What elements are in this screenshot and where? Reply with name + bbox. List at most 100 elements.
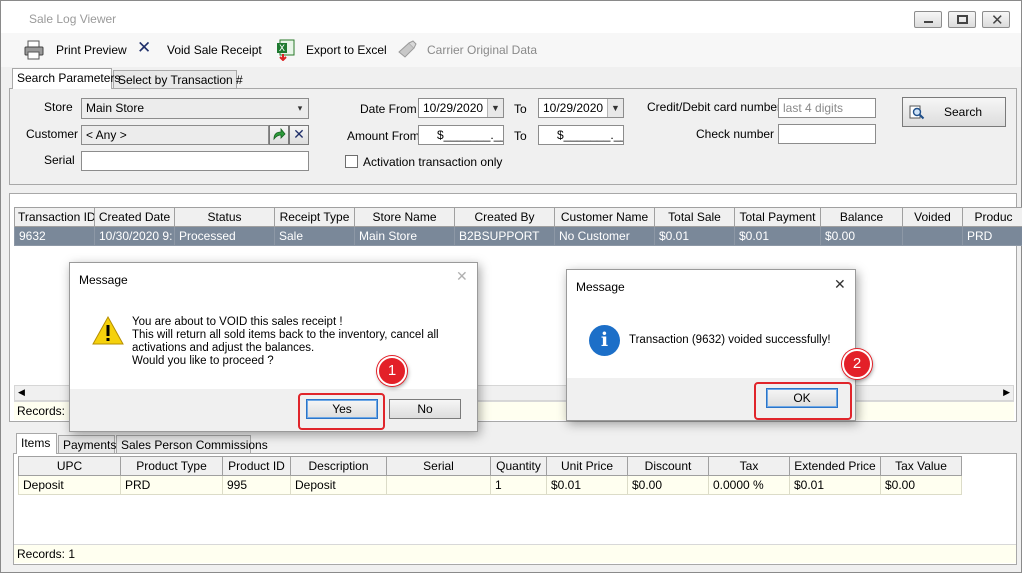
scroll-right-icon[interactable]: ▶ (1003, 387, 1010, 398)
card-number-label: Credit/Debit card number (647, 100, 782, 114)
table-cell: 995 (222, 475, 291, 495)
info-message: Transaction (9632) voided successfully! (629, 334, 831, 346)
confirm-dialog-title: Message (79, 273, 128, 287)
items-table: UPC Product Type Product ID Description Seri… (18, 456, 962, 495)
close-window-button[interactable]: ✕ (982, 11, 1010, 29)
callout-badge-2: 2 (842, 349, 872, 379)
store-select-value: Main Store (86, 101, 145, 115)
scroll-left-icon[interactable]: ◀ (18, 387, 25, 398)
card-number-input[interactable]: last 4 digits (778, 98, 876, 118)
void-sale-receipt-button[interactable]: Void Sale Receipt (167, 41, 262, 59)
ok-highlight-box (754, 382, 852, 420)
clear-x-icon: ✕ (293, 126, 305, 142)
search-icon (909, 105, 925, 120)
svg-text:X: X (279, 44, 285, 54)
customer-select-button[interactable] (269, 125, 289, 145)
column-header[interactable]: Produc (962, 207, 1022, 227)
column-header[interactable]: Balance (820, 207, 903, 227)
column-header[interactable]: Voided (902, 207, 963, 227)
tab-sales-person-commissions[interactable]: Sales Person Commissions (116, 435, 268, 455)
table-cell: Deposit (18, 475, 121, 495)
void-success-dialog: Message ✕ i Transaction (9632) voided su… (566, 269, 872, 421)
column-header[interactable]: Receipt Type (274, 207, 355, 227)
customer-field[interactable]: < Any > (81, 125, 269, 145)
serial-input[interactable] (81, 151, 309, 171)
column-header[interactable]: Total Sale (654, 207, 735, 227)
table-row[interactable]: 9632 10/30/2020 9: Processed Sale Main Store… (14, 226, 1022, 246)
table-cell: Main Store (354, 226, 455, 246)
minimize-button[interactable] (914, 11, 942, 28)
column-header[interactable]: Tax Value (880, 456, 962, 476)
amount-from-input[interactable]: $_______.__ (418, 125, 504, 145)
close-icon[interactable]: ✕ (834, 276, 846, 293)
search-button-label: Search (943, 105, 983, 119)
date-to-value: 10/29/2020 (543, 101, 604, 115)
column-header[interactable]: Product Type (120, 456, 223, 476)
print-preview-button[interactable]: Print Preview (56, 41, 127, 59)
column-header[interactable]: Product ID (222, 456, 291, 476)
table-row[interactable]: Deposit PRD 995 Deposit 1 $0.01 $0.00 0.0000 % $… (18, 475, 962, 495)
column-header[interactable]: Serial (386, 456, 491, 476)
restore-icon (957, 15, 968, 24)
tab-payments[interactable]: Payments (58, 435, 116, 455)
no-button[interactable]: No (389, 399, 461, 419)
column-header[interactable]: Extended Price (789, 456, 881, 476)
close-icon[interactable]: ✕ (456, 268, 468, 285)
date-to-picker[interactable]: 10/29/2020 ▼ (538, 98, 624, 118)
tab-items[interactable]: Items (16, 433, 57, 454)
close-icon: ✕ (991, 12, 1004, 29)
carrier-data-icon[interactable] (396, 39, 418, 61)
search-button[interactable]: Search (902, 97, 1006, 127)
amount-to-input[interactable]: $_______.__ (538, 125, 624, 145)
column-header[interactable]: Status (174, 207, 275, 227)
table-cell: 0.0000 % (708, 475, 790, 495)
column-header[interactable]: Description (290, 456, 387, 476)
table-cell: 10/30/2020 9: (94, 226, 175, 246)
store-select[interactable]: Main Store ▾ (81, 98, 309, 119)
customer-clear-button[interactable]: ✕ (289, 125, 309, 145)
export-to-excel-button[interactable]: Export to Excel (306, 41, 387, 59)
table-cell: $0.01 (546, 475, 628, 495)
column-header[interactable]: Unit Price (546, 456, 628, 476)
confirm-dialog-footer: Yes No (70, 389, 477, 431)
toolbar: Print Preview ✕ Void Sale Receipt X Expo… (1, 33, 1021, 67)
table-cell: Processed (174, 226, 275, 246)
info-icon: i (589, 325, 620, 356)
column-header[interactable]: Total Payment (734, 207, 821, 227)
items-panel: UPC Product Type Product ID Description Seri… (13, 453, 1017, 565)
table-cell: $0.00 (627, 475, 709, 495)
column-header[interactable]: Customer Name (554, 207, 655, 227)
date-from-picker[interactable]: 10/29/2020 ▼ (418, 98, 504, 118)
table-cell (902, 226, 963, 246)
column-header[interactable]: Created By (454, 207, 555, 227)
maximize-button[interactable] (948, 11, 976, 28)
check-number-input[interactable] (778, 124, 876, 144)
table-cell: $0.00 (880, 475, 962, 495)
column-header[interactable]: Quantity (490, 456, 547, 476)
column-header[interactable]: Transaction ID (14, 207, 95, 227)
activation-only-checkbox[interactable] (345, 155, 358, 168)
info-dialog-title: Message (576, 280, 625, 294)
table-cell: B2BSUPPORT (454, 226, 555, 246)
date-to-label: To (514, 102, 527, 116)
printer-icon[interactable] (23, 39, 45, 61)
carrier-original-data-button[interactable]: Carrier Original Data (427, 41, 537, 59)
table-cell (386, 475, 491, 495)
tab-select-by-transaction[interactable]: Select by Transaction # (113, 70, 243, 90)
column-header[interactable]: Discount (627, 456, 709, 476)
excel-export-icon[interactable]: X (275, 39, 297, 61)
serial-label: Serial (44, 153, 75, 167)
column-header[interactable]: Store Name (354, 207, 455, 227)
column-header[interactable]: Created Date (94, 207, 175, 227)
amount-to-label: To (514, 129, 527, 143)
void-x-icon[interactable]: ✕ (137, 38, 159, 60)
column-header[interactable]: Tax (708, 456, 790, 476)
column-header[interactable]: UPC (18, 456, 121, 476)
calendar-dropdown-icon: ▼ (607, 99, 623, 117)
tab-search-parameters[interactable]: Search Parameters (12, 68, 120, 89)
yes-highlight-box (298, 393, 385, 430)
title-bar: Sale Log Viewer ✕ (1, 1, 1021, 33)
sale-log-viewer-window: Sale Log Viewer ✕ Print Preview ✕ Void S… (0, 0, 1022, 573)
customer-label: Customer (26, 127, 79, 141)
table-cell: PRD (120, 475, 223, 495)
